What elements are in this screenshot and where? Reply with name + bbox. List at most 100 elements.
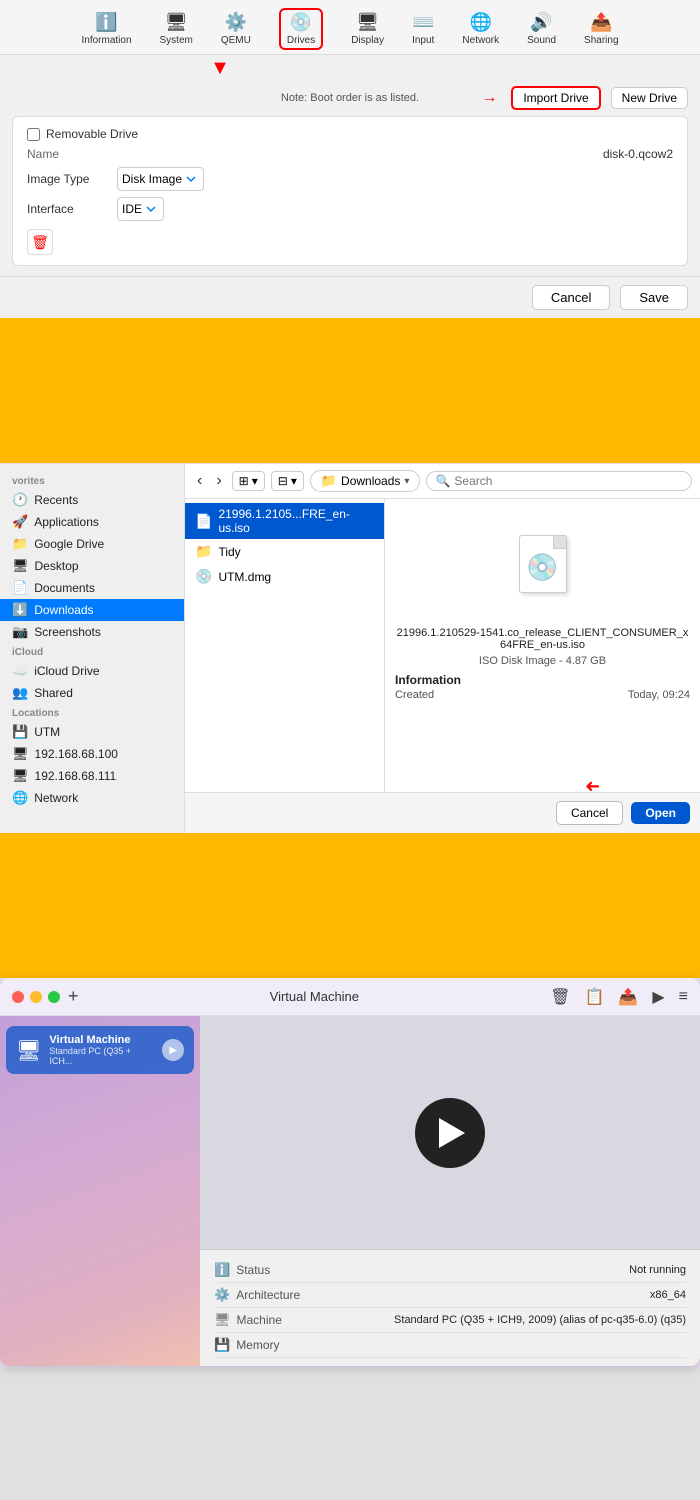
utm-dmg-icon: 💿 (195, 568, 212, 585)
machine-value: Standard PC (Q35 + ICH9, 2009) (alias of… (394, 1314, 686, 1326)
name-field-label: Name (27, 147, 59, 161)
sidebar-item-shared[interactable]: 👥 Shared (0, 682, 184, 704)
memory-icon: 💾 (214, 1337, 230, 1353)
vm-info-panel: ℹ️ Status Not running ⚙️ Architecture x8… (200, 1249, 700, 1366)
sidebar-label-network: Network (34, 791, 78, 805)
toolbar-item-system[interactable]: 🖥 System (160, 12, 193, 46)
sound-icon: 🔊 (530, 12, 552, 33)
file-open-button[interactable]: Open (631, 802, 690, 824)
vm-window: + Virtual Machine 🗑 📋 📤 ▶ ≡ 🖥 Virtual Ma… (0, 978, 700, 1366)
tidy-folder-icon: 📁 (195, 543, 212, 560)
ip1-icon: 🖥 (12, 746, 29, 762)
vm-delete-button[interactable]: 🗑 (550, 987, 570, 1007)
created-label: Created (395, 689, 434, 701)
preview-panel: 💿 21996.1.210529-1541.co_release_CLIENT_… (385, 499, 700, 792)
toolbar-item-drives[interactable]: 💿 Drives (279, 8, 323, 50)
file-doc-icon: 💿 (519, 535, 567, 593)
vm-play-area[interactable] (200, 1016, 700, 1249)
traffic-light-green[interactable] (48, 991, 60, 1003)
vm-item-name: Virtual Machine (49, 1034, 154, 1046)
vm-memory-row: 💾 Memory (214, 1333, 686, 1358)
sidebar-item-applications[interactable]: 🚀 Applications (0, 511, 184, 533)
column-view-button[interactable]: ⊞ ▾ (232, 471, 265, 491)
sidebar-label-documents: Documents (34, 581, 95, 595)
sidebar-item-icloud-drive[interactable]: ☁️ iCloud Drive (0, 660, 184, 682)
vm-clone-button[interactable]: 📋 (585, 987, 605, 1007)
vm-menu-button[interactable]: ≡ (679, 988, 688, 1006)
sidebar-label-icloud-drive: iCloud Drive (34, 664, 99, 678)
toolbar-item-information[interactable]: ℹ️ Information (81, 12, 131, 46)
vm-layout: 🖥 Virtual Machine Standard PC (Q35 + ICH… (0, 1016, 700, 1366)
sidebar-item-documents[interactable]: 📄 Documents (0, 577, 184, 599)
interface-select[interactable]: IDE (117, 197, 164, 221)
cancel-button[interactable]: Cancel (532, 285, 610, 310)
toolbar-item-sound[interactable]: 🔊 Sound (527, 12, 556, 46)
sidebar-item-ip1[interactable]: 🖥 192.168.68.100 (0, 743, 184, 765)
vm-play-button[interactable]: ▶ (652, 987, 664, 1007)
preview-info-label: Information (395, 673, 690, 687)
toolbar-item-network[interactable]: 🌐 Network (462, 12, 499, 46)
documents-icon: 📄 (12, 580, 28, 596)
architecture-value: x86_64 (650, 1289, 686, 1301)
sidebar-item-downloads[interactable]: ⬇️ Downloads (0, 599, 184, 621)
grid-view-icon: ⊟ (278, 474, 288, 488)
toolbar-item-input[interactable]: ⌨️ Input (412, 12, 434, 46)
toolbar-label-sound: Sound (527, 35, 556, 46)
location-folder-icon: 📁 (321, 473, 337, 489)
icloud-section-label: iCloud (0, 643, 184, 660)
removable-drive-checkbox[interactable] (27, 128, 40, 141)
import-drive-button[interactable]: Import Drive (511, 86, 600, 110)
status-label-text: Status (236, 1263, 270, 1277)
file-content: 📄 21996.1.2105...FRE_en-us.iso 📁 Tidy 💿 … (185, 499, 700, 792)
interface-row: Interface IDE (27, 197, 673, 221)
sidebar-label-google-drive: Google Drive (34, 537, 104, 551)
sidebar-label-shared: Shared (34, 686, 73, 700)
sidebar-item-desktop[interactable]: 🖥 Desktop (0, 555, 184, 577)
sidebar-item-google-drive[interactable]: 📁 Google Drive (0, 533, 184, 555)
created-value: Today, 09:24 (628, 689, 690, 701)
information-icon: ℹ️ (95, 12, 117, 33)
vm-sidebar: 🖥 Virtual Machine Standard PC (Q35 + ICH… (0, 1016, 200, 1366)
sidebar-item-recents[interactable]: 🕐 Recents (0, 489, 184, 511)
toolbar-item-qemu[interactable]: ⚙️ QEMU (221, 12, 251, 46)
file-item-utm-dmg[interactable]: 💿 UTM.dmg (185, 564, 384, 589)
new-drive-button[interactable]: New Drive (611, 87, 688, 109)
locations-section-label: Locations (0, 704, 184, 721)
vm-play-circle[interactable]: ▶ (162, 1039, 184, 1061)
recents-icon: 🕐 (12, 492, 28, 508)
vm-list-item[interactable]: 🖥 Virtual Machine Standard PC (Q35 + ICH… (6, 1026, 194, 1074)
traffic-light-red[interactable] (12, 991, 24, 1003)
image-type-select-wrapper: Disk Image (117, 167, 673, 191)
vm-status-row: ℹ️ Status Not running (214, 1258, 686, 1283)
toolbar-label-drives: Drives (287, 35, 315, 46)
grid-view-button[interactable]: ⊟ ▾ (271, 471, 304, 491)
file-item-iso[interactable]: 📄 21996.1.2105...FRE_en-us.iso (185, 503, 384, 539)
architecture-icon: ⚙️ (214, 1287, 230, 1303)
image-type-select[interactable]: Disk Image (117, 167, 204, 191)
sidebar-item-ip2[interactable]: 🖥 192.168.68.111 (0, 765, 184, 787)
vm-play-btn-large[interactable] (415, 1098, 485, 1168)
sidebar-label-applications: Applications (34, 515, 99, 529)
forward-button[interactable]: › (212, 472, 225, 490)
toolbar-item-sharing[interactable]: 📤 Sharing (584, 12, 618, 46)
vm-window-title: Virtual Machine (87, 989, 543, 1004)
delete-drive-button[interactable]: 🗑 (27, 229, 53, 255)
save-button[interactable]: Save (620, 285, 688, 310)
search-input[interactable] (454, 474, 683, 488)
traffic-light-yellow[interactable] (30, 991, 42, 1003)
sidebar-item-utm[interactable]: 💾 UTM (0, 721, 184, 743)
interface-select-wrapper: IDE (117, 197, 673, 221)
file-cancel-button[interactable]: Cancel (556, 801, 623, 825)
utm-dmg-name: UTM.dmg (218, 570, 271, 584)
image-type-row: Image Type Disk Image (27, 167, 673, 191)
sharing-icon: 📤 (590, 12, 612, 33)
back-button[interactable]: ‹ (193, 472, 206, 490)
sidebar-item-screenshots[interactable]: 📷 Screenshots (0, 621, 184, 643)
utm-drives-dialog: ℹ️ Information 🖥 System ⚙️ QEMU 💿 Drives… (0, 0, 700, 318)
vm-share-button[interactable]: 📤 (618, 987, 638, 1007)
toolbar-item-display[interactable]: 🖥 Display (351, 12, 384, 46)
toolbar-label-information: Information (81, 35, 131, 46)
add-vm-button[interactable]: + (68, 986, 79, 1007)
file-item-tidy[interactable]: 📁 Tidy (185, 539, 384, 564)
sidebar-item-network[interactable]: 🌐 Network (0, 787, 184, 809)
